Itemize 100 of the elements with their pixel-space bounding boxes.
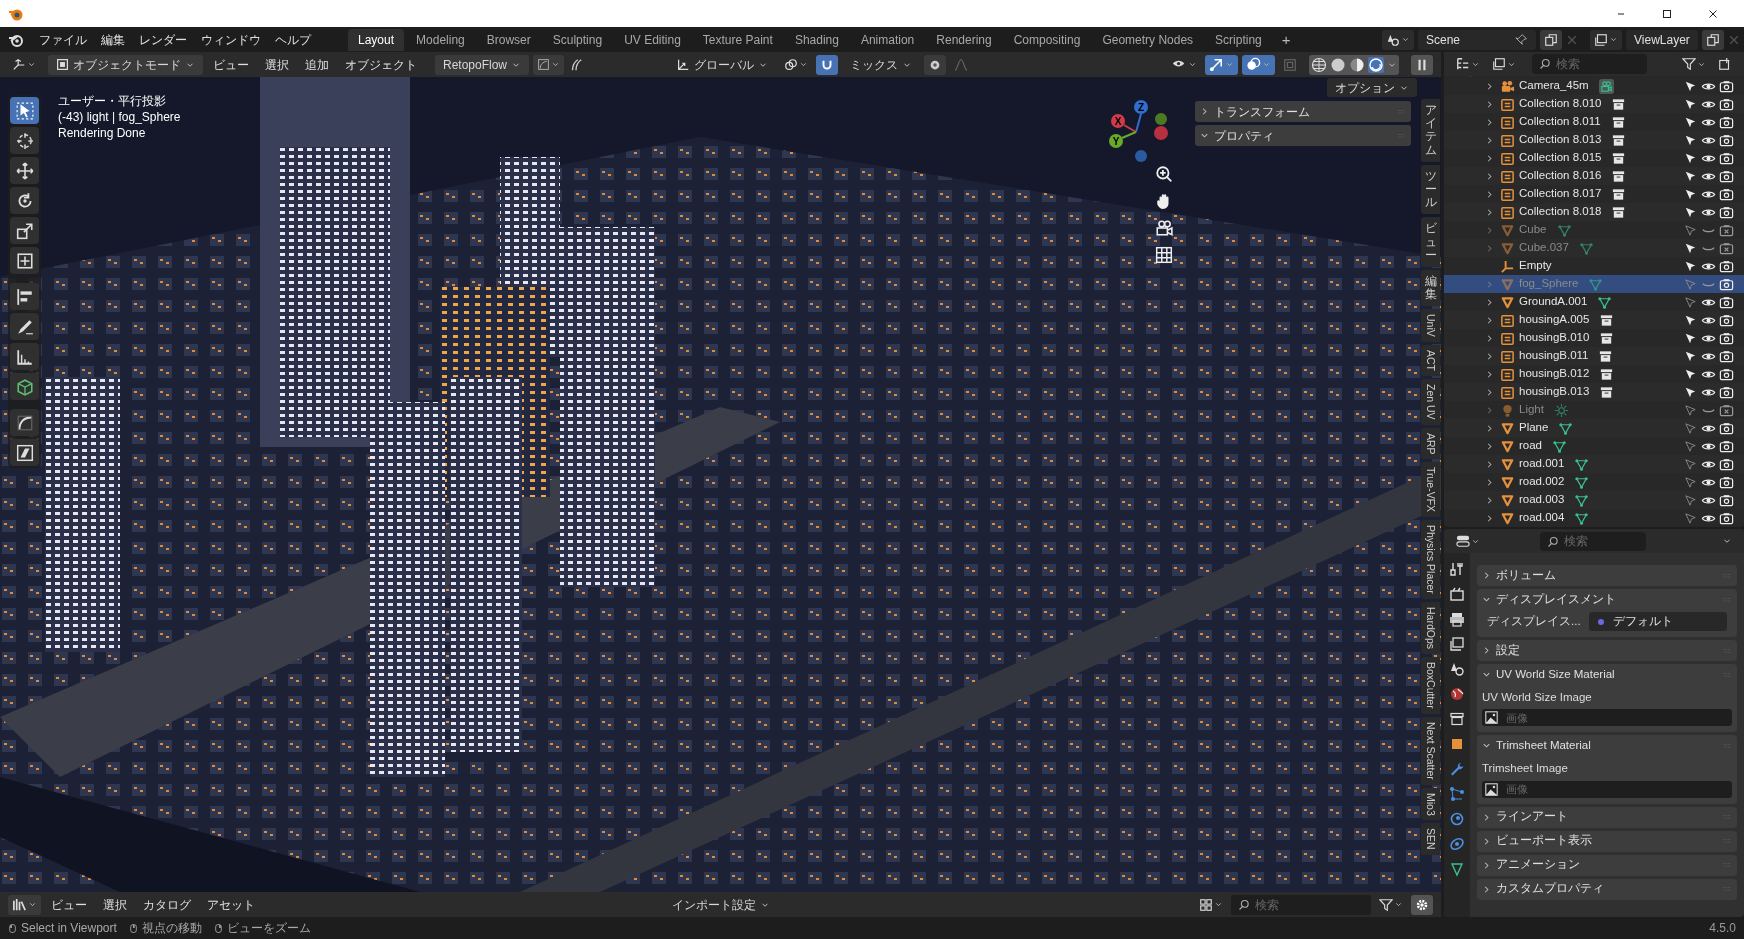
tool-button[interactable]	[10, 157, 39, 184]
menu-item[interactable]: ビュー	[207, 54, 255, 75]
panel-header[interactable]: Trimsheet Material	[1477, 735, 1737, 757]
duplicate-button[interactable]	[1540, 29, 1562, 50]
object-name[interactable]: Camera_45m	[1519, 77, 1589, 95]
cursor-arrow-outline-icon[interactable]	[1683, 474, 1698, 490]
object-name[interactable]: Collection 8.018	[1519, 203, 1602, 221]
tool-button[interactable]	[10, 247, 39, 274]
sidebar-tab[interactable]: UniV	[1421, 309, 1440, 342]
wireframe-shading-icon[interactable]	[1311, 56, 1327, 73]
menu-item[interactable]: レンダー	[132, 29, 194, 50]
workspace-tab[interactable]: Scripting	[1205, 28, 1272, 51]
box-icon[interactable]	[1611, 150, 1627, 166]
render-camera-icon[interactable]	[1719, 510, 1734, 526]
object-name[interactable]: Collection 8.010	[1519, 95, 1602, 113]
cursor-arrow-outline-icon[interactable]	[1683, 222, 1698, 238]
tool-button[interactable]	[10, 373, 39, 400]
render-camera-icon[interactable]	[1719, 204, 1734, 220]
object-name[interactable]: Empty	[1519, 257, 1552, 275]
sidebar-tab[interactable]: Physics Placer	[1421, 520, 1440, 600]
workspace-tab[interactable]: Texture Paint	[692, 28, 783, 51]
sidebar-tab[interactable]: 編集	[1421, 269, 1440, 307]
search-field[interactable]: 検索	[1231, 894, 1371, 915]
sidebar-tab[interactable]: BoxCutter	[1421, 657, 1440, 714]
panel-header[interactable]: ビューポート表示	[1477, 830, 1737, 852]
panel-header[interactable]: アニメーション	[1477, 854, 1737, 876]
tool-button[interactable]	[10, 283, 39, 310]
workspace-tab[interactable]: Compositing	[1003, 28, 1091, 51]
box-icon[interactable]	[1599, 366, 1615, 382]
mesh-data-icon[interactable]	[1558, 420, 1574, 436]
tool-icon[interactable]	[1449, 561, 1465, 577]
scene-field[interactable]: Scene	[1418, 29, 1536, 50]
render-camera-icon[interactable]	[1719, 330, 1734, 346]
camera-icon[interactable]	[1155, 219, 1173, 237]
mesh-data-icon[interactable]	[1574, 492, 1590, 508]
view-layer-selector[interactable]	[1590, 29, 1622, 50]
mesh-data-icon[interactable]	[1574, 474, 1590, 490]
object-name[interactable]: road.002	[1519, 473, 1565, 491]
object-icon[interactable]	[1449, 736, 1465, 752]
box-icon[interactable]	[1599, 312, 1615, 328]
editor-type-button[interactable]	[8, 894, 41, 915]
menu-item[interactable]: ビュー	[45, 894, 93, 915]
tool-button[interactable]	[10, 97, 39, 124]
workspace-tab[interactable]: Layout	[348, 28, 405, 51]
mesh-data-icon[interactable]	[1552, 438, 1568, 454]
render-camera-icon[interactable]	[1719, 114, 1734, 130]
panel-header[interactable]: UV World Size Material	[1477, 664, 1737, 685]
box-icon[interactable]	[1598, 348, 1614, 364]
options-dropdown[interactable]: オプション	[1327, 78, 1417, 97]
render-camera-icon[interactable]	[1719, 186, 1734, 202]
object-name[interactable]: Cube.037	[1519, 239, 1569, 257]
cursor-arrow-outline-icon[interactable]	[1683, 438, 1698, 454]
object-name[interactable]: Plane	[1519, 419, 1549, 437]
workspace-tab[interactable]: Shading	[784, 28, 849, 51]
curve-button[interactable]	[533, 54, 565, 75]
proportional-button[interactable]	[924, 54, 947, 75]
render-camera-icon[interactable]	[1719, 438, 1734, 454]
menu-item[interactable]: ウィンドウ	[194, 29, 268, 50]
render-camera-icon[interactable]	[1719, 492, 1734, 508]
tool-button[interactable]	[10, 217, 39, 244]
camera-data-icon[interactable]	[1598, 78, 1614, 94]
render-camera-off-icon[interactable]	[1719, 222, 1734, 238]
view-layer-field[interactable]: ViewLayer	[1626, 29, 1698, 50]
menu-item[interactable]: 追加	[299, 54, 335, 75]
tool-button[interactable]	[10, 313, 39, 340]
menu-item[interactable]: ファイル	[32, 29, 94, 50]
material-shading-icon[interactable]	[1349, 56, 1365, 73]
panel-header[interactable]: 設定	[1477, 640, 1737, 661]
settings-button[interactable]	[1411, 894, 1433, 915]
object-name[interactable]: housingA.005	[1519, 311, 1590, 329]
tool-button[interactable]	[10, 409, 39, 436]
rendered-shading-icon[interactable]	[1368, 56, 1384, 73]
tool-button[interactable]	[10, 343, 39, 370]
render-icon[interactable]	[1449, 586, 1465, 602]
object-name[interactable]: Collection 8.011	[1519, 113, 1601, 131]
render-camera-icon[interactable]	[1719, 78, 1734, 94]
object-name[interactable]: Collection 8.015	[1519, 149, 1602, 167]
render-camera-icon[interactable]	[1719, 150, 1734, 166]
tool-button[interactable]	[10, 439, 39, 466]
menu-item[interactable]: オブジェクト	[339, 54, 423, 75]
workspace-tab[interactable]: Animation	[850, 28, 925, 51]
panel-header[interactable]: カスタムプロパティ	[1477, 878, 1737, 900]
render-camera-icon[interactable]	[1719, 312, 1734, 328]
mesh-data-icon[interactable]	[1574, 456, 1590, 472]
menu-item[interactable]: 選択	[259, 54, 295, 75]
render-camera-icon[interactable]	[1719, 132, 1734, 148]
menu-item[interactable]: 編集	[94, 29, 132, 50]
scene-selector[interactable]	[1382, 29, 1414, 50]
printer-icon[interactable]	[1449, 611, 1465, 627]
box-icon[interactable]	[1449, 711, 1465, 727]
workspace-tab[interactable]: Sculpting	[542, 28, 613, 51]
render-camera-icon[interactable]	[1719, 294, 1734, 310]
render-camera-icon[interactable]	[1719, 96, 1734, 112]
workspace-tab[interactable]: Browser	[476, 28, 541, 51]
box-icon[interactable]	[1599, 384, 1615, 400]
overlay-toggle[interactable]	[1242, 54, 1275, 75]
render-camera-icon[interactable]	[1719, 168, 1734, 184]
box-icon[interactable]	[1611, 132, 1627, 148]
navigation-gizmo[interactable]: X Y Z	[1106, 99, 1172, 169]
globe-icon[interactable]	[1449, 686, 1465, 702]
